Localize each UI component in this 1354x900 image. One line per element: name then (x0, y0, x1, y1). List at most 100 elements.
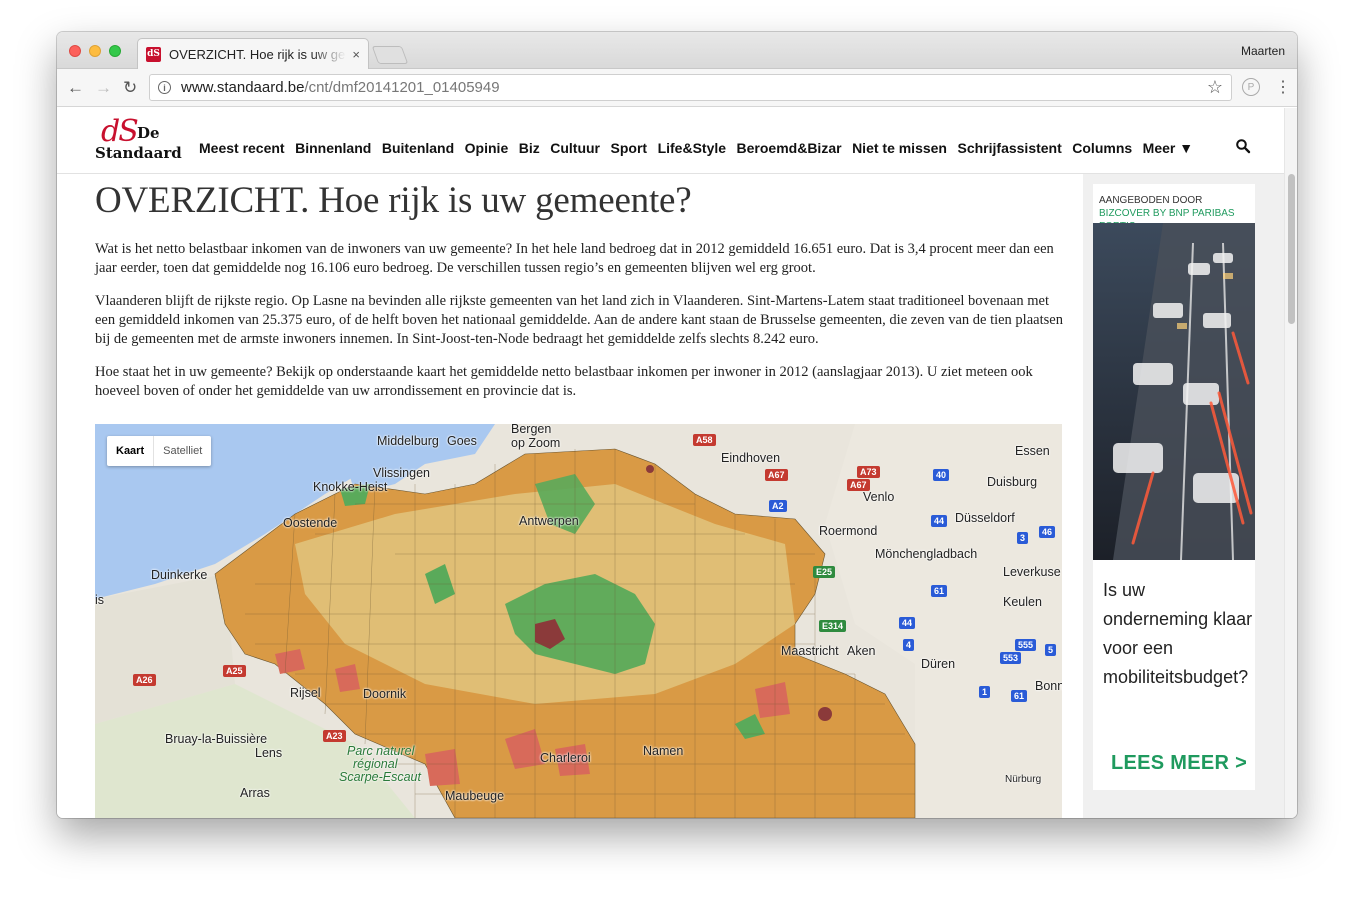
nav-item[interactable]: Beroemd&Bizar (737, 140, 842, 156)
map-label: Bruay-la-Buissière (165, 732, 268, 746)
profile-name[interactable]: Maarten (1241, 44, 1285, 58)
road-marker: A26 (133, 674, 156, 686)
road-marker: 4 (903, 639, 915, 651)
map-label: régional (353, 757, 398, 771)
map-label: Duinkerke (151, 568, 208, 582)
tab-active[interactable]: dS OVERZICHT. Hoe rijk is uw gemeente? |… (137, 38, 369, 69)
map-type-toggle[interactable]: Kaart Satelliet (107, 436, 212, 466)
road-marker: 3 (1017, 532, 1029, 544)
zoom-window-button[interactable] (109, 45, 121, 57)
close-window-button[interactable] (69, 45, 81, 57)
map-label: Lens (255, 746, 283, 760)
ad-read-more-link[interactable]: LEES MEER > (1111, 752, 1247, 775)
ad-headline: Is uw onderneming klaar voor een mobilit… (1103, 580, 1253, 687)
road-marker: 46 (1039, 526, 1056, 538)
scrollbar-thumb[interactable] (1288, 174, 1295, 324)
address-bar[interactable]: i www.standaard.be/cnt/dmf20141201_01405… (149, 74, 1232, 101)
back-arrow-icon[interactable]: ← (67, 78, 84, 98)
road-marker: A25 (223, 665, 246, 677)
map-label: Maastricht (781, 644, 839, 658)
tab-title: OVERZICHT. Hoe rijk is uw gemeente? | De… (169, 46, 346, 62)
map-label: Mönchengladbach (875, 547, 978, 561)
map-label: is (95, 593, 105, 607)
map-label: Bergen (511, 424, 552, 436)
url-path: /cnt/dmf20141201_01405949 (304, 79, 500, 96)
map-label: op Zoom (511, 436, 561, 450)
map-label: Charleroi (540, 751, 591, 765)
map-label: Doornik (363, 687, 407, 701)
ad-traffic-image[interactable] (1093, 223, 1255, 560)
new-tab-button[interactable] (371, 46, 409, 64)
logo-standaard: Standaard (95, 144, 182, 162)
reload-icon[interactable]: ↻ (123, 78, 137, 98)
article: OVERZICHT. Hoe rijk is uw gemeente? Wat … (95, 174, 1063, 401)
map-label: Aken (847, 644, 876, 658)
nav-item[interactable]: Binnenland (295, 140, 371, 156)
ad-offered-by: AANGEBODEN DOOR (1099, 195, 1203, 206)
favicon-icon: dS (146, 46, 161, 62)
map-label: Leverkuse (1003, 565, 1061, 579)
site-header: dS De Standaard Meest recent Binnenland … (57, 108, 1284, 174)
minimize-window-button[interactable] (89, 45, 101, 57)
search-icon[interactable] (1235, 138, 1251, 154)
nav-item[interactable]: Buitenland (382, 140, 454, 156)
info-icon[interactable]: i (158, 81, 171, 94)
site-logo[interactable]: dS De Standaard (95, 114, 182, 164)
nav-item[interactable]: Life&Style (658, 140, 726, 156)
map-label: Venlo (863, 490, 895, 504)
map-label: Keulen (1003, 595, 1042, 609)
nav-item[interactable]: Columns (1072, 140, 1132, 156)
page-content: OVERZICHT. Hoe rijk is uw gemeente? Wat … (57, 174, 1284, 818)
browser-menu-icon[interactable]: ⋮ (1275, 77, 1291, 97)
extension-icon[interactable]: P (1242, 78, 1260, 96)
logo-de: De (137, 124, 160, 142)
road-marker: 1 (979, 686, 991, 698)
map-label: Maubeuge (445, 789, 505, 803)
income-map[interactable]: Kaart Satelliet Middelburg Goes Bergen o… (95, 424, 1062, 818)
article-headline: OVERZICHT. Hoe rijk is uw gemeente? (95, 180, 692, 221)
nav-item-more[interactable]: Meer ▼ (1143, 140, 1193, 156)
map-label: Oostende (283, 516, 338, 530)
nav-item[interactable]: Niet te missen (852, 140, 947, 156)
nav-item[interactable]: Cultuur (550, 140, 600, 156)
road-marker: E314 (819, 620, 847, 632)
map-label: Antwerpen (519, 514, 579, 528)
map-type-satellite[interactable]: Satelliet (153, 436, 211, 466)
nav-item[interactable]: Meest recent (199, 140, 285, 156)
nav-item[interactable]: Schrijfassistent (958, 140, 1062, 156)
road-marker: E25 (813, 566, 836, 578)
article-paragraph: Vlaanderen blijft de rijkste regio. Op L… (95, 293, 1063, 347)
nav-item[interactable]: Opinie (465, 140, 509, 156)
road-marker: A73 (857, 466, 880, 478)
road-marker: A2 (769, 500, 787, 512)
browser-window: dS OVERZICHT. Hoe rijk is uw gemeente? |… (57, 32, 1297, 818)
road-marker: 553 (1000, 652, 1022, 664)
page-scrollbar[interactable] (1284, 108, 1297, 818)
road-marker: 44 (899, 617, 916, 629)
map-label: Roermond (819, 524, 878, 538)
nav-item[interactable]: Sport (611, 140, 648, 156)
forward-arrow-icon[interactable]: → (95, 78, 112, 98)
close-icon[interactable]: × (352, 47, 360, 62)
road-marker: 555 (1015, 639, 1037, 651)
map-label: Scarpe-Escaut (339, 770, 421, 784)
browser-toolbar: ← → ↻ i www.standaard.be/cnt/dmf20141201… (57, 69, 1297, 107)
map-type-map[interactable]: Kaart (107, 436, 153, 466)
map-label: Knokke-Heist (313, 480, 388, 494)
road-marker: 40 (933, 469, 950, 481)
map-label: Bonn (1035, 679, 1062, 693)
map-label: Düren (921, 657, 956, 671)
map-label: Essen (1015, 444, 1050, 458)
bookmark-star-icon[interactable]: ☆ (1207, 77, 1223, 98)
tab-strip: dS OVERZICHT. Hoe rijk is uw gemeente? |… (57, 32, 1297, 69)
map-label: Goes (447, 434, 477, 448)
road-marker: 61 (1011, 690, 1028, 702)
advertisement[interactable]: AANGEBODEN DOOR BIZCOVER BY BNP PARIBAS … (1093, 184, 1255, 790)
road-marker: A58 (693, 434, 716, 446)
nav-item[interactable]: Biz (519, 140, 540, 156)
road-marker: 5 (1045, 644, 1057, 656)
map-label: Duisburg (987, 475, 1038, 489)
road-marker: A23 (323, 730, 346, 742)
map-label: Parc naturel (347, 744, 415, 758)
map-label: Middelburg (377, 434, 439, 448)
